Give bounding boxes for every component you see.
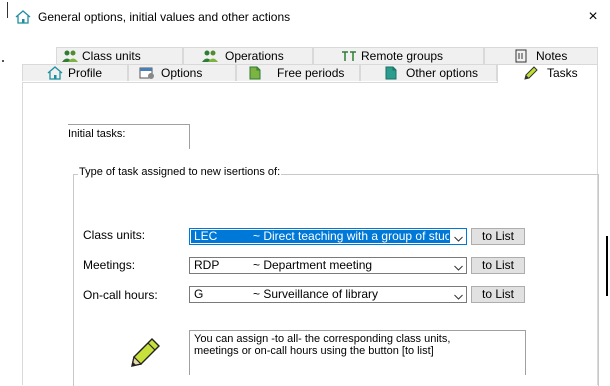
task-code: G [194, 287, 204, 301]
tab-label: Options [161, 66, 203, 80]
close-button[interactable]: × [578, 5, 608, 29]
tab-label: Notes [536, 49, 568, 63]
tab-label: Class units [82, 49, 141, 63]
pencil-icon [128, 335, 162, 369]
tab-operations[interactable]: Operations [183, 47, 313, 64]
on-call-hours-task-select[interactable]: G ~ Surveillance of library [189, 286, 467, 303]
profile-icon [47, 66, 63, 80]
tab-options[interactable]: Options [128, 64, 236, 81]
tab-label: Tasks [547, 66, 578, 80]
on-call-hours-to-list-button[interactable]: to List [471, 286, 525, 303]
meetings-label: Meetings: [83, 258, 136, 272]
on-call-hours-label: On-call hours: [83, 288, 158, 302]
selection-highlight: LEC ~ Direct teaching with a group of st… [191, 230, 450, 243]
free-periods-icon [247, 66, 263, 80]
window-title: General options, initial values and othe… [38, 10, 291, 24]
window-edge-line [7, 2, 8, 18]
task-description: ~ Surveillance of library [253, 288, 379, 301]
meetings-task-select[interactable]: RDP ~ Department meeting [189, 257, 467, 274]
info-text: You can assign -to all- the correspondin… [194, 333, 524, 357]
tab-label: Operations [225, 49, 284, 63]
chevron-down-icon [454, 261, 463, 271]
pencil-icon [523, 66, 539, 80]
class-units-icon [62, 49, 78, 63]
operations-icon [202, 49, 218, 63]
task-description: ~ Direct teaching with a group of stuc [253, 230, 449, 243]
tab-label: Profile [68, 66, 103, 80]
remote-groups-icon [341, 49, 357, 63]
task-code: LEC [194, 229, 218, 243]
group-title: Type of task assigned to new isertions o… [78, 166, 282, 178]
chevron-down-icon [454, 232, 463, 242]
info-box: You can assign -to all- the correspondin… [189, 330, 526, 375]
tab-label: Other options [406, 66, 479, 80]
tab-free-periods[interactable]: Free periods [236, 64, 360, 81]
class-units-task-select[interactable]: LEC ~ Direct teaching with a group of st… [189, 228, 467, 245]
window-left-edge [0, 0, 8, 385]
tab-profile[interactable]: Profile [22, 64, 128, 81]
info-line: meetings or on-call hours using the butt… [194, 345, 434, 357]
class-units-to-list-button[interactable]: to List [471, 228, 525, 245]
select-value: RDP ~ Department meeting [191, 259, 450, 272]
tab-class-units[interactable]: Class units [56, 47, 183, 64]
task-description: ~ Department meeting [253, 259, 373, 272]
options-icon [139, 66, 155, 80]
task-code: RDP [194, 258, 220, 272]
house-icon [15, 9, 31, 25]
title-bar: General options, initial values and othe… [12, 0, 610, 34]
window-edge-line-right [606, 236, 608, 296]
other-options-icon [383, 66, 399, 80]
notes-icon [513, 49, 529, 63]
class-units-label: Class units: [83, 228, 146, 242]
tab-remote-groups[interactable]: Remote groups [313, 47, 484, 64]
meetings-to-list-button[interactable]: to List [471, 257, 525, 274]
initial-tasks-label: Initial tasks: [68, 128, 126, 140]
chevron-down-icon [454, 290, 463, 300]
tab-label: Free periods [277, 66, 345, 80]
tab-tasks[interactable]: Tasks [497, 64, 598, 83]
info-line: You can assign -to all- the correspondin… [194, 333, 451, 345]
tab-notes[interactable]: Notes [484, 47, 598, 64]
tab-other-options[interactable]: Other options [360, 64, 497, 81]
tab-label: Remote groups [361, 49, 444, 63]
window-edge-mark [2, 60, 4, 62]
select-value: G ~ Surveillance of library [191, 288, 450, 301]
